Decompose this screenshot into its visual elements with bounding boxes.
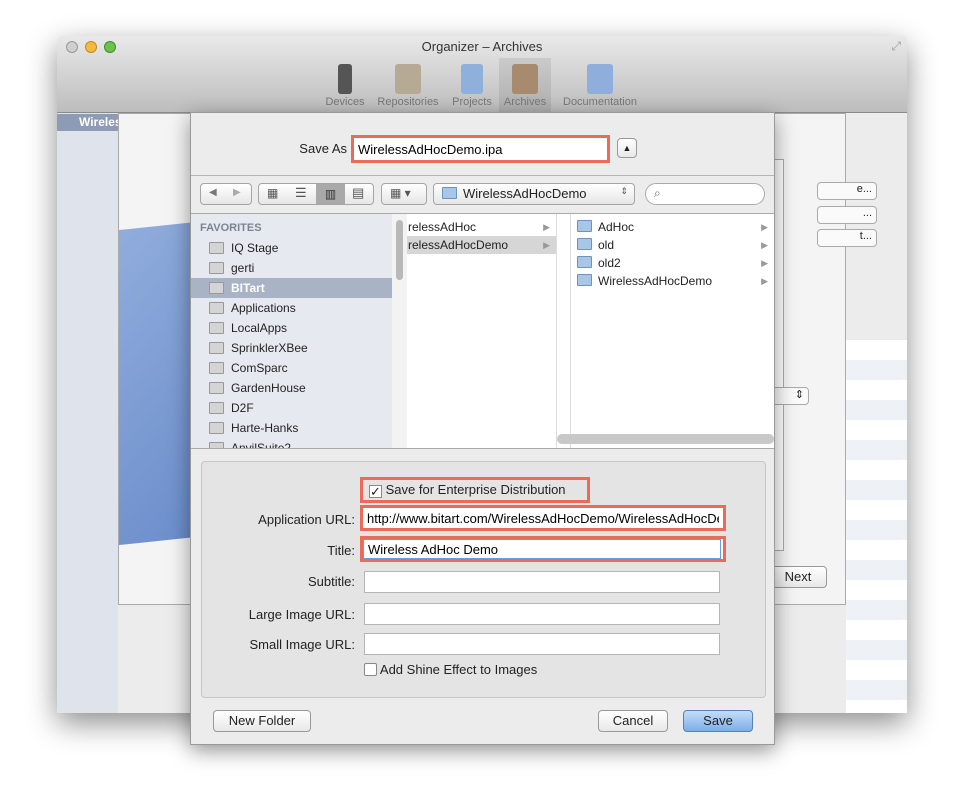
favorites-header: FAVORITES [200, 222, 262, 234]
subtitle-label: Subtitle: [308, 574, 355, 589]
home-icon [209, 262, 224, 274]
window-title: Organizer – Archives [421, 39, 543, 54]
column2-item[interactable]: AdHoc ▶ [571, 218, 774, 236]
favorite-item[interactable]: IQ Stage [191, 238, 392, 258]
app-url-highlight [360, 505, 726, 531]
shine-checkbox[interactable] [364, 663, 377, 676]
search-field[interactable]: ⌕ [645, 183, 765, 205]
disclosure-arrow-icon: ▶ [761, 222, 768, 232]
enterprise-label: Save for Enterprise Distribution [385, 482, 566, 497]
coverflow-view-icon[interactable]: ▤ [352, 185, 364, 201]
title-highlight [360, 536, 726, 562]
favorite-item[interactable]: BITart [191, 278, 392, 298]
folder-icon [577, 238, 592, 250]
fullscreen-icon[interactable]: ⤢ [891, 39, 901, 54]
favorite-item[interactable]: ComSparc [191, 358, 392, 378]
save-button[interactable]: Save [683, 710, 753, 732]
folder-icon [577, 256, 592, 268]
small-image-label: Small Image URL: [249, 637, 355, 652]
next-button: Next [769, 566, 827, 588]
save-as-field[interactable] [354, 138, 607, 160]
expand-collapse-button[interactable]: ▲ [617, 138, 637, 158]
view-mode-control[interactable]: ▦ ☰ ▥ ▤ [258, 183, 374, 205]
save-as-highlight [351, 135, 610, 163]
column1-item[interactable]: relessAdHocDemo ▶ [407, 236, 556, 254]
forward-icon[interactable]: ▶ [233, 187, 241, 198]
icon-view-icon[interactable]: ▦ [267, 186, 278, 200]
applications-icon [209, 302, 224, 314]
cancel-button[interactable]: Cancel [598, 710, 668, 732]
column-browser: relessAdHoc ▶ relessAdHocDemo ▶ AdHoc ▶ old ▶ ol… [407, 214, 774, 448]
disclosure-arrow-icon: ▶ [761, 240, 768, 250]
large-image-field[interactable] [364, 603, 720, 625]
favorite-item[interactable]: Harte-Hanks [191, 418, 392, 438]
folder-icon [209, 342, 224, 354]
title-label: Title: [327, 543, 355, 558]
archives-sidebar [57, 113, 118, 713]
disclosure-arrow-icon: ▶ [543, 222, 550, 232]
folder-icon [209, 282, 224, 294]
folder-icon [577, 220, 592, 232]
column2-item[interactable]: WirelessAdHocDemo ▶ [571, 272, 774, 290]
disclosure-arrow-icon: ▶ [543, 240, 550, 250]
sidebar-item-archive[interactable]: Wireles [57, 114, 122, 131]
large-image-label: Large Image URL: [248, 607, 355, 622]
small-image-field[interactable] [364, 633, 720, 655]
back-forward-control[interactable]: ◀ ▶ [200, 183, 252, 205]
arrange-button[interactable]: ▦ ▾ [381, 183, 427, 205]
app-url-label: Application URL: [258, 512, 355, 527]
favorite-item[interactable]: SprinklerXBee [191, 338, 392, 358]
bg-popup: ⇕ [769, 387, 809, 405]
shine-label: Add Shine Effect to Images [379, 662, 538, 677]
list-view-icon[interactable]: ☰ [295, 185, 307, 201]
folder-icon [577, 274, 592, 286]
favorite-item[interactable]: LocalApps [191, 318, 392, 338]
app-url-field[interactable] [363, 508, 723, 528]
toolbar-repositories[interactable]: Repositories [372, 64, 444, 108]
location-popup[interactable]: WirelessAdHocDemo ⇕ [433, 183, 635, 205]
bg-button-3: t... [817, 229, 877, 247]
disclosure-arrow-icon: ▶ [761, 258, 768, 268]
column-view-icon[interactable]: ▥ [316, 184, 345, 204]
horizontal-scrollbar[interactable] [557, 434, 774, 444]
folder-icon [209, 422, 224, 434]
search-icon: ⌕ [654, 186, 661, 200]
favorite-item[interactable]: GardenHouse [191, 378, 392, 398]
favorite-item[interactable]: gerti [191, 258, 392, 278]
favorite-item[interactable]: AnvilSuite2 [191, 438, 392, 448]
title-bar: Organizer – Archives ⤢ Devices Repositor… [57, 36, 907, 113]
favorite-item[interactable]: D2F [191, 398, 392, 418]
column1-item[interactable]: relessAdHoc ▶ [407, 218, 556, 236]
favorite-item[interactable]: Applications [191, 298, 392, 318]
toolbar-devices[interactable]: Devices [321, 64, 369, 108]
folder-icon [209, 322, 224, 334]
folder-icon [209, 402, 224, 414]
shine-option: Add Shine Effect to Images [364, 662, 537, 677]
enterprise-checkbox[interactable]: ✓ [369, 485, 382, 498]
save-as-label: Save As [299, 141, 347, 156]
toolbar-documentation[interactable]: Documentation [557, 64, 643, 108]
save-panel: Save As ▲ ◀▶ ▦ ☰ ▥ ▤ ▦ ▾ WirelessAdHocDe… [190, 112, 775, 745]
bg-button-2: ... [817, 206, 877, 224]
enterprise-highlight: ✓ Save for Enterprise Distribution [360, 477, 590, 503]
archive-list [846, 340, 907, 713]
toolbar-projects[interactable]: Projects [447, 64, 497, 108]
folder-icon [209, 362, 224, 374]
folder-icon [442, 187, 457, 199]
column2-item[interactable]: old ▶ [571, 236, 774, 254]
bg-button-1: e... [817, 182, 877, 200]
subtitle-field[interactable] [364, 571, 720, 593]
new-folder-button[interactable]: New Folder [213, 710, 311, 732]
favorites-sidebar: FAVORITES IQ Stage gerti BITart Application… [191, 214, 392, 448]
folder-icon [209, 242, 224, 254]
column2-item[interactable]: old2 ▶ [571, 254, 774, 272]
disclosure-arrow-icon: ▶ [761, 276, 768, 286]
sidebar-scrollbar[interactable] [392, 214, 407, 448]
toolbar-archives[interactable]: Archives [499, 58, 551, 113]
folder-icon [209, 382, 224, 394]
title-field[interactable] [363, 539, 721, 559]
back-icon[interactable]: ◀ [209, 187, 217, 198]
